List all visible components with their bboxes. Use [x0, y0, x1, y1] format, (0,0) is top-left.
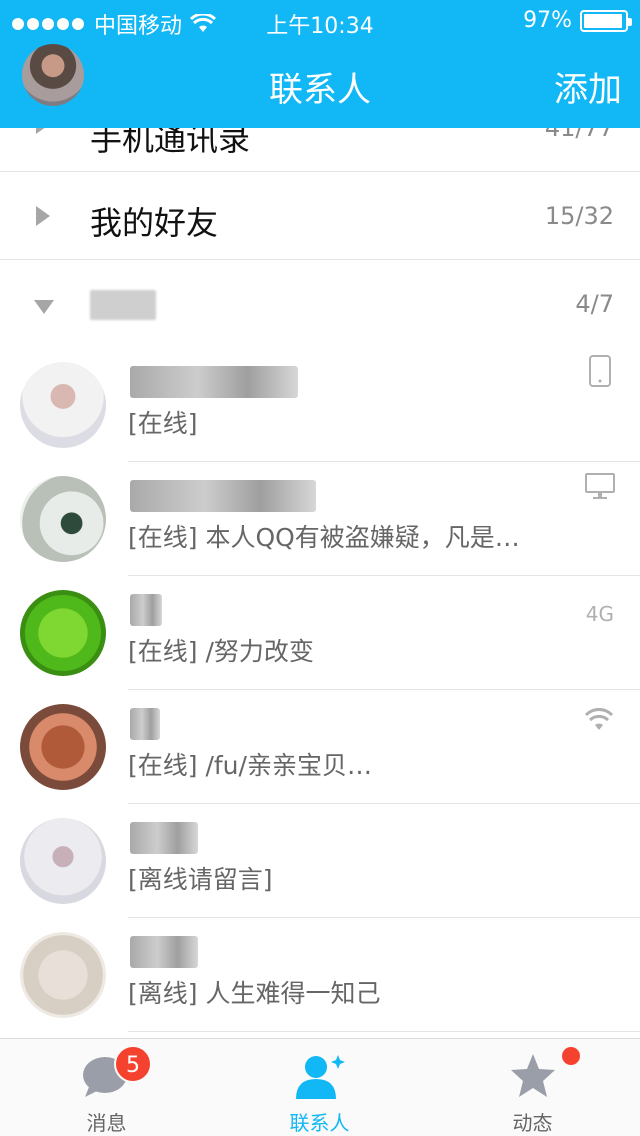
- contact-name-blurred: [130, 936, 198, 968]
- phone-icon: [589, 355, 611, 387]
- avatar: [20, 818, 106, 904]
- battery-percent: 97%: [523, 8, 572, 33]
- tab-label: 消息: [86, 1111, 127, 1135]
- group-label: 我的好友: [90, 204, 219, 242]
- contacts-screen: 中国移动 上午10:34 97% 联系人 添加 手机通讯录 41/77 我的好友…: [0, 0, 640, 1136]
- battery-icon: [580, 9, 632, 32]
- tab-bar: 5 消息 联系人 动态: [0, 1038, 640, 1136]
- list-item[interactable]: [在线]: [0, 348, 640, 462]
- unread-badge: 5: [114, 1045, 152, 1083]
- contact-status: [在线] /fu/亲亲宝贝…: [128, 751, 372, 780]
- tab-moments[interactable]: 动态: [426, 1039, 639, 1136]
- chevron-right-icon: [36, 128, 50, 134]
- contact-list[interactable]: 手机通讯录 41/77 我的好友 15/32 4/7 [在线] [在线] 本人Q…: [0, 128, 640, 1038]
- avatar: [20, 476, 106, 562]
- status-bar: 中国移动 上午10:34 97%: [0, 0, 640, 40]
- tab-contacts[interactable]: 联系人: [213, 1039, 426, 1136]
- list-item[interactable]: [离线] 人生难得一知己: [0, 918, 640, 1032]
- avatar: [20, 704, 106, 790]
- list-item[interactable]: [离线请留言]: [0, 804, 640, 918]
- network-4g-label: 4G: [585, 602, 614, 626]
- group-count: 4/7: [575, 290, 614, 318]
- avatar: [20, 362, 106, 448]
- contact-status: [离线请留言]: [128, 865, 273, 894]
- group-count: 15/32: [544, 202, 614, 230]
- page-title: 联系人: [269, 70, 371, 110]
- list-item[interactable]: [在线] /努力改变 4G: [0, 576, 640, 690]
- wifi-icon: [584, 708, 614, 730]
- contact-status: [在线] 本人QQ有被盗嫌疑，凡是…: [128, 523, 520, 552]
- add-button[interactable]: 添加: [554, 62, 622, 111]
- list-item[interactable]: [在线] 本人QQ有被盗嫌疑，凡是…: [0, 462, 640, 576]
- tab-messages[interactable]: 5 消息: [0, 1039, 213, 1136]
- tab-label: 联系人: [289, 1111, 350, 1135]
- tab-label: 动态: [512, 1111, 553, 1135]
- notification-dot: [562, 1047, 580, 1065]
- chevron-down-icon: [34, 300, 54, 314]
- contacts-person-icon: [295, 1055, 345, 1099]
- avatar: [20, 932, 106, 1018]
- group-expanded[interactable]: 4/7: [0, 260, 640, 348]
- contact-name-blurred: [130, 822, 198, 854]
- chevron-right-icon: [36, 206, 50, 226]
- contact-status: [离线] 人生难得一知己: [128, 979, 381, 1008]
- contact-name-blurred: [130, 366, 298, 398]
- contact-status: [在线] /努力改变: [128, 637, 314, 666]
- group-label-blurred-block: [90, 290, 156, 320]
- group-label: 手机通讯录: [90, 128, 251, 158]
- contact-name-blurred: [130, 708, 160, 740]
- desktop-icon: [585, 473, 615, 499]
- group-phone-contacts[interactable]: 手机通讯录 41/77: [0, 128, 640, 172]
- contact-status: [在线]: [128, 409, 198, 438]
- header: 中国移动 上午10:34 97% 联系人 添加: [0, 0, 640, 128]
- group-count: 41/77: [544, 128, 614, 142]
- contact-name-blurred: [130, 480, 316, 512]
- avatar: [20, 590, 106, 676]
- contact-name-blurred: [130, 594, 162, 626]
- list-item[interactable]: [在线] /fu/亲亲宝贝…: [0, 690, 640, 804]
- group-my-friends[interactable]: 我的好友 15/32: [0, 172, 640, 260]
- star-icon: [510, 1054, 555, 1097]
